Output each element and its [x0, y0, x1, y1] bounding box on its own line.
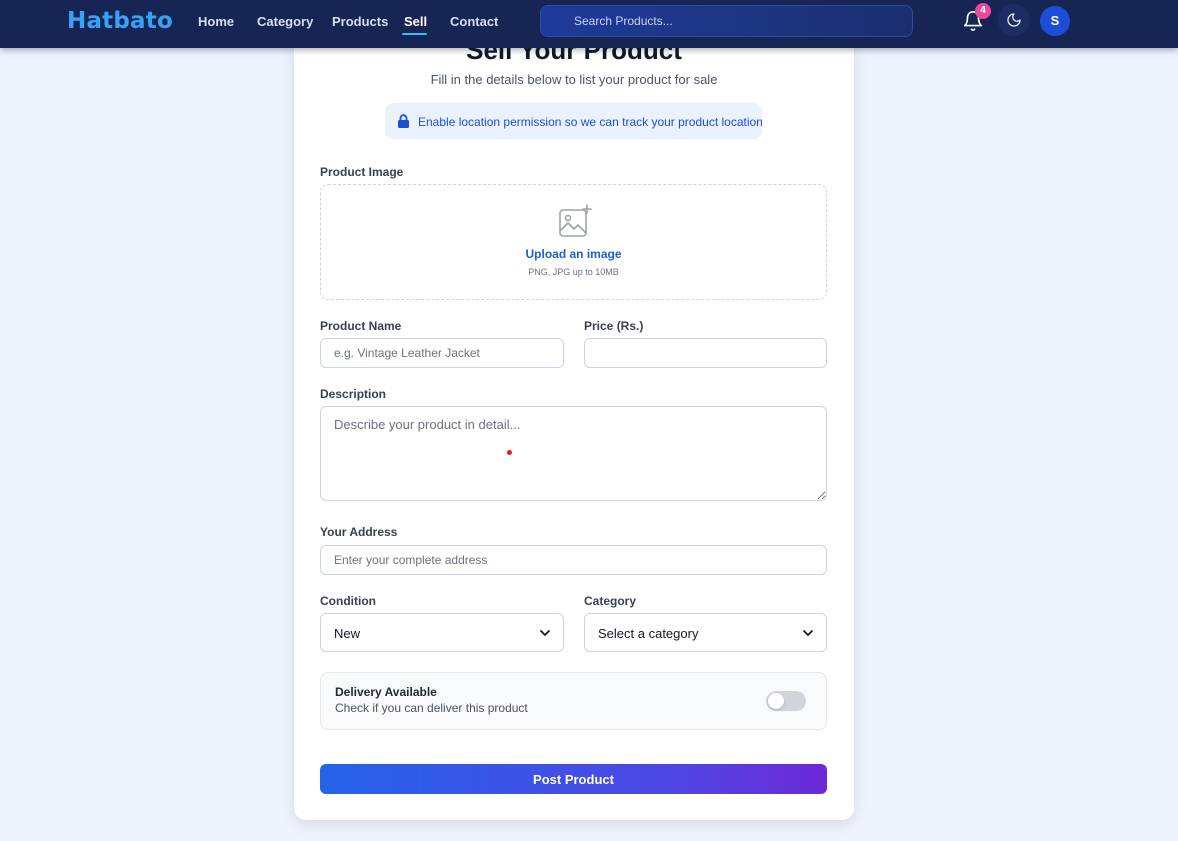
product-name-label: Product Name: [320, 319, 402, 333]
location-notice: Enable location permission so we can tra…: [385, 103, 763, 139]
condition-value: New: [334, 626, 361, 641]
search-box[interactable]: [540, 5, 913, 37]
lock-icon: [398, 114, 409, 128]
category-value: Select a category: [598, 626, 699, 641]
address-label: Your Address: [320, 525, 398, 539]
avatar[interactable]: S: [1040, 6, 1070, 36]
post-product-button[interactable]: Post Product: [320, 764, 827, 794]
navbar: Hatbato Home Category Products Sell Cont…: [0, 0, 1178, 48]
notification-badge: 4: [975, 3, 991, 19]
category-select[interactable]: Select a category: [584, 613, 827, 652]
price-label: Price (Rs.): [584, 319, 644, 333]
moon-icon: [1007, 13, 1021, 27]
chevron-down-icon: [540, 630, 550, 636]
delivery-description: Check if you can deliver this product: [335, 701, 528, 715]
chevron-down-icon: [803, 630, 813, 636]
nav-link-sell[interactable]: Sell: [404, 14, 427, 29]
sell-form-card: Sell Your Product Fill in the details be…: [294, 30, 854, 820]
category-label: Category: [584, 594, 637, 608]
active-nav-indicator: [402, 33, 427, 35]
upload-image-link[interactable]: Upload an image: [321, 247, 826, 261]
logo[interactable]: Hatbato: [67, 8, 173, 34]
product-image-label: Product Image: [320, 165, 404, 179]
nav-link-category[interactable]: Category: [257, 14, 313, 29]
image-add-icon: [559, 204, 592, 237]
delivery-option: Delivery Available Check if you can deli…: [320, 672, 827, 730]
cursor-marker: [507, 450, 512, 455]
condition-label: Condition: [320, 594, 376, 608]
address-input[interactable]: [320, 545, 827, 575]
delivery-toggle[interactable]: [766, 691, 806, 711]
nav-link-contact[interactable]: Contact: [450, 14, 498, 29]
delivery-title: Delivery Available: [335, 685, 437, 699]
upload-hint: PNG, JPG up to 10MB: [528, 267, 619, 277]
nav-link-home[interactable]: Home: [198, 14, 234, 29]
location-notice-text: Enable location permission so we can tra…: [418, 115, 763, 129]
page-subtitle: Fill in the details below to list your p…: [430, 72, 718, 87]
description-label: Description: [320, 387, 387, 401]
product-name-input[interactable]: [320, 338, 564, 368]
description-textarea[interactable]: [320, 406, 827, 501]
theme-toggle-button[interactable]: [998, 4, 1030, 36]
image-upload-dropzone[interactable]: Upload an image PNG, JPG up to 10MB: [320, 184, 827, 300]
price-input[interactable]: [584, 338, 827, 368]
nav-link-products[interactable]: Products: [332, 14, 388, 29]
search-input[interactable]: [574, 6, 894, 36]
toggle-knob: [768, 693, 784, 709]
condition-select[interactable]: New: [320, 613, 564, 652]
